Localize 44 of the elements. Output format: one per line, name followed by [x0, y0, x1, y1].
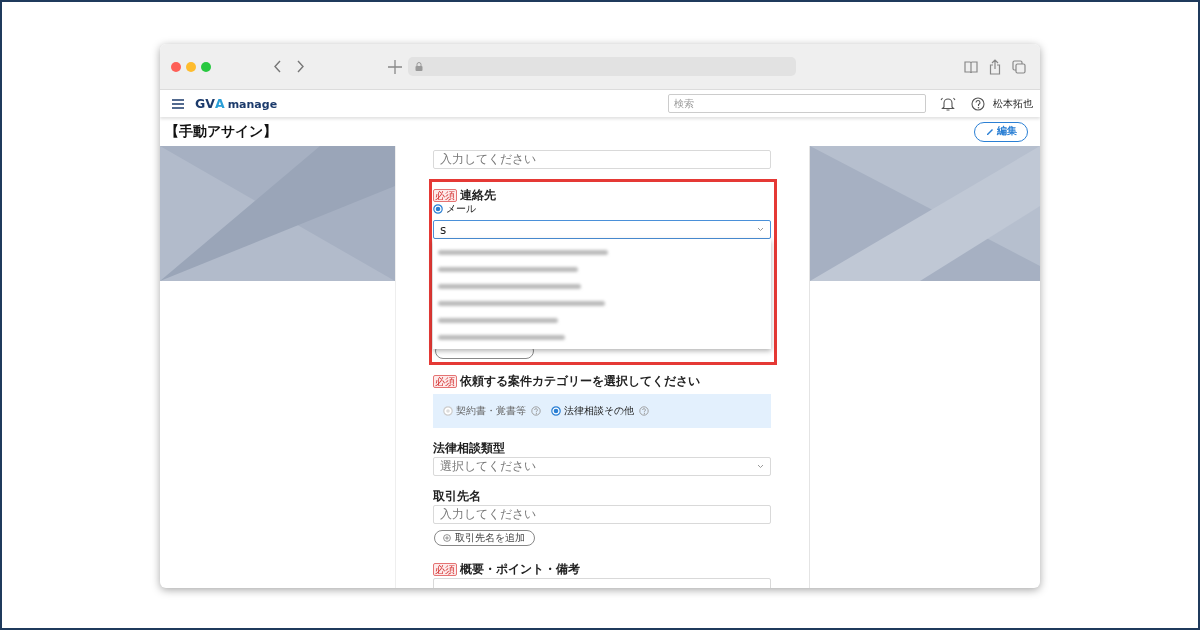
- field-label: 法律相談類型: [433, 439, 505, 457]
- help-icon[interactable]: [971, 96, 986, 111]
- field-label: 連絡先: [460, 186, 496, 204]
- radio-button[interactable]: [551, 406, 561, 416]
- select-field[interactable]: s: [433, 220, 771, 239]
- bell-icon[interactable]: [940, 95, 957, 112]
- blurred-option[interactable]: [438, 318, 558, 323]
- tabs-icon[interactable]: [1012, 59, 1026, 74]
- radio-option[interactable]: 法律相談その他: [551, 404, 649, 418]
- edit-button[interactable]: 編集: [974, 121, 1028, 142]
- search-field[interactable]: 検索: [668, 94, 927, 113]
- back-icon[interactable]: [273, 59, 282, 74]
- user-name[interactable]: 松本拓也: [993, 96, 1034, 111]
- pencil-icon: [986, 127, 994, 136]
- select-field[interactable]: 選択してください: [433, 457, 771, 476]
- share-icon[interactable]: [989, 58, 1001, 75]
- required-badge: 必須: [433, 374, 457, 388]
- field-label: 取引先名: [433, 487, 481, 505]
- text-field[interactable]: 入力してください: [433, 150, 771, 169]
- text-field[interactable]: 入力してください: [433, 505, 771, 524]
- required-badge: 必須: [433, 562, 457, 576]
- menu-icon[interactable]: [172, 98, 184, 109]
- blurred-option[interactable]: [438, 250, 608, 255]
- blurred-option[interactable]: [438, 267, 578, 272]
- chevron-icon: [757, 227, 764, 232]
- book-icon[interactable]: [964, 59, 978, 74]
- forward-icon[interactable]: [296, 59, 305, 74]
- radio-button[interactable]: [433, 204, 443, 214]
- window-control[interactable]: [186, 61, 196, 72]
- plus-circle-icon: [443, 534, 451, 542]
- plus-icon[interactable]: [388, 59, 402, 74]
- window-control[interactable]: [201, 61, 211, 72]
- required-badge: 必須: [433, 188, 457, 202]
- logo[interactable]: GVA manage: [195, 96, 278, 111]
- radio-option[interactable]: メール: [433, 202, 769, 216]
- field-label: 依頼する案件カテゴリーを選択してください: [460, 372, 700, 390]
- lock-icon: [415, 62, 423, 71]
- window-control[interactable]: [171, 61, 181, 72]
- field-label: 概要・ポイント・備考: [460, 560, 580, 578]
- blurred-option[interactable]: [438, 301, 605, 306]
- blurred-option[interactable]: [438, 284, 581, 289]
- add-button[interactable]: 取引先名を追加: [434, 530, 535, 546]
- chevron-icon: [757, 464, 764, 469]
- page-title: 【手動アサイン】: [165, 122, 277, 141]
